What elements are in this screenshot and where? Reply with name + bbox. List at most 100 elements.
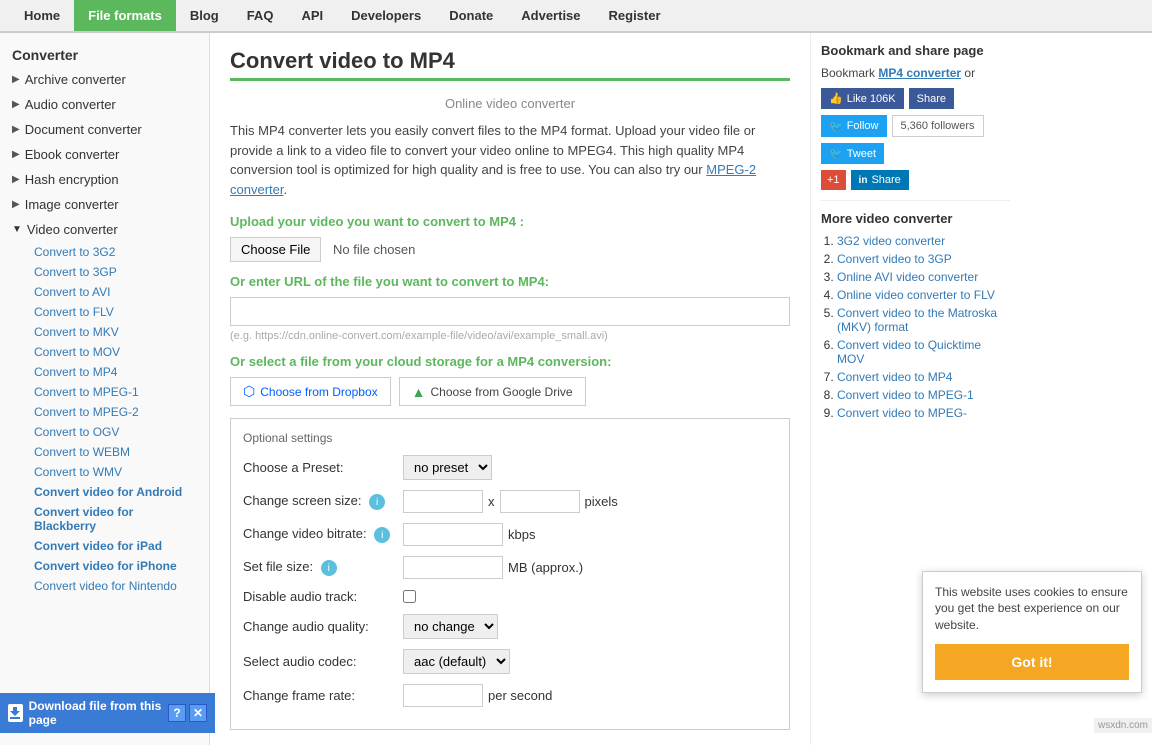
sidebar-sub-mpeg1[interactable]: Convert to MPEG-1 (22, 382, 209, 402)
facebook-like-button[interactable]: 👍 Like 106K (821, 88, 904, 109)
tweet-button[interactable]: 🐦 Tweet (821, 143, 884, 164)
disable-audio-row: Disable audio track: (243, 589, 777, 604)
sidebar-sub-webm[interactable]: Convert to WEBM (22, 442, 209, 462)
sidebar-item-image[interactable]: ▶ Image converter (0, 192, 209, 217)
more-link-3gp[interactable]: Convert video to 3GP (837, 252, 952, 266)
filesize-info-icon[interactable]: i (321, 560, 337, 576)
nav-donate[interactable]: Donate (435, 0, 507, 31)
subtitle: Online video converter (230, 96, 790, 111)
filesize-row: Set file size: i MB (approx.) (243, 556, 777, 579)
description-text: This MP4 converter lets you easily conve… (230, 121, 790, 199)
sidebar-sub-mp4[interactable]: Convert to MP4 (22, 362, 209, 382)
arrow-icon: ▶ (12, 124, 20, 135)
sidebar-sub-wmv[interactable]: Convert to WMV (22, 462, 209, 482)
sidebar-title: Converter (0, 41, 209, 67)
sidebar-item-hash[interactable]: ▶ Hash encryption (0, 167, 209, 192)
bottom-bar-actions: ? ✕ (168, 704, 207, 722)
sidebar-sub-avi[interactable]: Convert to AVI (22, 282, 209, 302)
sidebar-sub-mkv[interactable]: Convert to MKV (22, 322, 209, 342)
linkedin-share-button[interactable]: in Share (851, 170, 909, 190)
audio-codec-select[interactable]: aac (default)mp3ogg (403, 649, 510, 674)
nav-home[interactable]: Home (10, 0, 74, 31)
nav-file-formats[interactable]: File formats (74, 0, 176, 31)
nav-blog[interactable]: Blog (176, 0, 233, 31)
arrow-icon: ▶ (12, 149, 20, 160)
nav-api[interactable]: API (287, 0, 337, 31)
nav-register[interactable]: Register (595, 0, 675, 31)
cloud-buttons: ⬡ Choose from Dropbox ▲ Choose from Goog… (230, 377, 790, 406)
bitrate-label: Change video bitrate: i (243, 526, 403, 544)
cookie-accept-button[interactable]: Got it! (935, 644, 1129, 680)
filesize-input[interactable] (403, 556, 503, 579)
sidebar-sub-flv[interactable]: Convert to FLV (22, 302, 209, 322)
sidebar-sub-iphone[interactable]: Convert video for iPhone (22, 556, 209, 576)
url-label: Or enter URL of the file you want to con… (230, 274, 790, 289)
screen-size-info-icon[interactable]: i (369, 494, 385, 510)
more-link-flv[interactable]: Online video converter to FLV (837, 288, 995, 302)
more-link-mpeg1[interactable]: Convert video to MPEG-1 (837, 388, 974, 402)
more-link-mkv[interactable]: Convert video to the Matroska (MKV) form… (837, 306, 997, 334)
screen-height-input[interactable] (500, 490, 580, 513)
more-list-item: Online video converter to FLV (837, 288, 1010, 302)
screen-width-input[interactable] (403, 490, 483, 513)
arrow-icon: ▶ (12, 74, 20, 85)
upload-section: Upload your video you want to convert to… (230, 214, 790, 262)
disable-audio-checkbox[interactable] (403, 590, 416, 603)
nav-faq[interactable]: FAQ (233, 0, 288, 31)
social-tweet-row: 🐦 Tweet (821, 143, 1010, 164)
sidebar-item-video[interactable]: ▼ Video converter (0, 217, 209, 242)
bottom-bar-label: Download file from this page (29, 699, 162, 727)
left-sidebar: Converter ▶ Archive converter ▶ Audio co… (0, 33, 210, 745)
more-list-item: Convert video to MPEG- (837, 406, 1010, 420)
top-navigation: Home File formats Blog FAQ API Developer… (0, 0, 1152, 33)
dropbox-button[interactable]: ⬡ Choose from Dropbox (230, 377, 391, 406)
choose-file-button[interactable]: Choose File (230, 237, 321, 262)
sidebar-sub-android[interactable]: Convert video for Android (22, 482, 209, 502)
more-link-avi[interactable]: Online AVI video converter (837, 270, 978, 284)
cloud-section: Or select a file from your cloud storage… (230, 354, 790, 406)
audio-codec-label: Select audio codec: (243, 654, 403, 669)
sidebar-item-ebook[interactable]: ▶ Ebook converter (0, 142, 209, 167)
gdrive-button[interactable]: ▲ Choose from Google Drive (399, 377, 586, 406)
sidebar-sub-ogv[interactable]: Convert to OGV (22, 422, 209, 442)
nav-advertise[interactable]: Advertise (507, 0, 594, 31)
sidebar-item-audio[interactable]: ▶ Audio converter (0, 92, 209, 117)
sidebar-video-submenu: Convert to 3G2 Convert to 3GP Convert to… (0, 242, 209, 596)
googleplus-button[interactable]: +1 (821, 170, 846, 190)
sidebar-sub-mpeg2[interactable]: Convert to MPEG-2 (22, 402, 209, 422)
bitrate-info-icon[interactable]: i (374, 527, 390, 543)
sidebar-sub-nintendo[interactable]: Convert video for Nintendo (22, 576, 209, 596)
facebook-share-button[interactable]: Share (909, 88, 954, 109)
cloud-label: Or select a file from your cloud storage… (230, 354, 790, 369)
sidebar-sub-3g2[interactable]: Convert to 3G2 (22, 242, 209, 262)
sidebar-item-document[interactable]: ▶ Document converter (0, 117, 209, 142)
preset-select[interactable]: no preset 360p480p720p1080p (403, 455, 492, 480)
sidebar-sub-3gp[interactable]: Convert to 3GP (22, 262, 209, 282)
arrow-icon: ▶ (12, 99, 20, 110)
mp4-converter-link[interactable]: MP4 converter (878, 66, 961, 80)
framerate-input[interactable] (403, 684, 483, 707)
more-link-mov[interactable]: Convert video to Quicktime MOV (837, 338, 981, 366)
url-input[interactable] (230, 297, 790, 326)
audio-quality-select[interactable]: no changelowmediumhigh (403, 614, 498, 639)
more-list-item: 3G2 video converter (837, 234, 1010, 248)
more-link-mp4[interactable]: Convert video to MP4 (837, 370, 952, 384)
more-link-mpeg2[interactable]: Convert video to MPEG- (837, 406, 967, 420)
twitter-follow-button[interactable]: 🐦 Follow (821, 115, 887, 137)
linkedin-icon: in (859, 175, 868, 186)
sidebar-item-archive[interactable]: ▶ Archive converter (0, 67, 209, 92)
sidebar-sub-ipad[interactable]: Convert video for iPad (22, 536, 209, 556)
more-list-item: Convert video to MPEG-1 (837, 388, 1010, 402)
gdrive-icon: ▲ (412, 384, 426, 400)
filesize-label: Set file size: i (243, 559, 403, 577)
sidebar-sub-mov[interactable]: Convert to MOV (22, 342, 209, 362)
more-converter-list: 3G2 video converter Convert video to 3GP… (821, 234, 1010, 420)
more-link-3g2[interactable]: 3G2 video converter (837, 234, 945, 248)
bitrate-input[interactable] (403, 523, 503, 546)
dropbox-icon: ⬡ (243, 383, 255, 400)
url-hint: (e.g. https://cdn.online-convert.com/exa… (230, 330, 790, 342)
bottom-bar-question-button[interactable]: ? (168, 704, 186, 722)
bottom-bar-close-button[interactable]: ✕ (189, 704, 207, 722)
sidebar-sub-blackberry[interactable]: Convert video for Blackberry (22, 502, 209, 536)
nav-developers[interactable]: Developers (337, 0, 435, 31)
